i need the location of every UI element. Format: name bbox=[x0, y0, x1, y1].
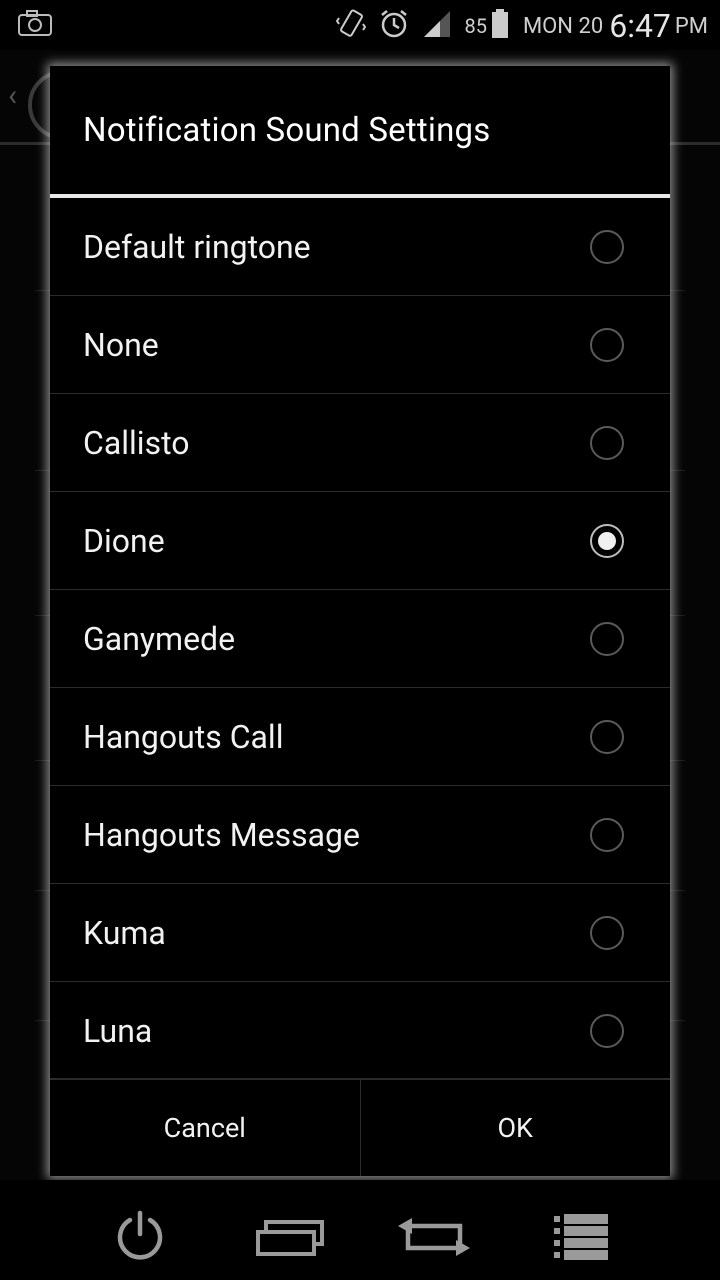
cancel-button[interactable]: Cancel bbox=[50, 1079, 360, 1176]
option-label: Default ringtone bbox=[83, 227, 311, 266]
option-label: Hangouts Message bbox=[83, 815, 360, 854]
option-hangouts-call[interactable]: Hangouts Call bbox=[50, 688, 670, 786]
radio-button[interactable] bbox=[590, 524, 624, 558]
option-none[interactable]: None bbox=[50, 296, 670, 394]
radio-button[interactable] bbox=[590, 1014, 624, 1048]
option-ganymede[interactable]: Ganymede bbox=[50, 590, 670, 688]
option-dione[interactable]: Dione bbox=[50, 492, 670, 590]
option-kuma[interactable]: Kuma bbox=[50, 884, 670, 982]
radio-button[interactable] bbox=[590, 230, 624, 264]
status-ampm: PM bbox=[674, 13, 708, 39]
option-label: Dione bbox=[83, 521, 165, 560]
menu-list-icon[interactable] bbox=[554, 1214, 608, 1264]
option-hangouts-message[interactable]: Hangouts Message bbox=[50, 786, 670, 884]
dialog-title: Notification Sound Settings bbox=[83, 110, 491, 150]
vibrate-icon bbox=[336, 8, 367, 44]
battery-icon bbox=[491, 9, 509, 43]
notification-sound-dialog: Notification Sound Settings Default ring… bbox=[50, 66, 670, 1176]
recent-apps-icon[interactable] bbox=[256, 1220, 324, 1260]
option-label: Callisto bbox=[83, 423, 190, 462]
radio-button[interactable] bbox=[590, 818, 624, 852]
option-label: Ganymede bbox=[83, 619, 236, 658]
radio-button[interactable] bbox=[590, 426, 624, 460]
back-arrow-icon: ‹ bbox=[8, 78, 18, 113]
option-label: None bbox=[83, 325, 159, 364]
option-default-ringtone[interactable]: Default ringtone bbox=[50, 198, 670, 296]
radio-button[interactable] bbox=[590, 622, 624, 656]
alarm-icon bbox=[378, 8, 410, 44]
status-bar: 85 MON 20 6:47 PM bbox=[0, 0, 720, 50]
radio-button[interactable] bbox=[590, 720, 624, 754]
option-label: Kuma bbox=[83, 913, 166, 952]
signal-icon bbox=[422, 9, 452, 43]
radio-button[interactable] bbox=[590, 916, 624, 950]
battery-level-text: 85 bbox=[464, 14, 487, 38]
dialog-buttons: Cancel OK bbox=[50, 1078, 670, 1176]
radio-button[interactable] bbox=[590, 328, 624, 362]
status-time: 6:47 bbox=[609, 7, 671, 45]
ok-button[interactable]: OK bbox=[359, 1079, 671, 1176]
sound-options-list: Default ringtone None Callisto Dione Gan… bbox=[50, 198, 670, 1080]
power-icon[interactable] bbox=[116, 1210, 164, 1264]
camera-icon bbox=[18, 10, 52, 40]
switch-icon[interactable] bbox=[396, 1216, 472, 1262]
option-luna[interactable]: Luna bbox=[50, 982, 670, 1080]
option-label: Hangouts Call bbox=[83, 717, 284, 756]
navigation-bar bbox=[0, 1180, 720, 1280]
option-callisto[interactable]: Callisto bbox=[50, 394, 670, 492]
option-label: Luna bbox=[83, 1011, 153, 1050]
status-date: MON 20 bbox=[522, 13, 604, 39]
